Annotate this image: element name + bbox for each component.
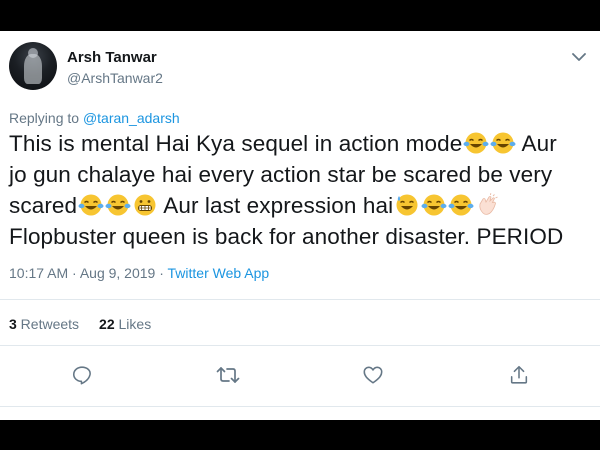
engagement-stats: 3 Retweets 22 Likes — [9, 316, 151, 332]
avatar-head — [28, 48, 38, 58]
replying-mention-link[interactable]: @taran_adarsh — [83, 110, 180, 126]
tweet-text-segment: Flopbuster queen is back for another dis… — [9, 224, 564, 249]
face-with-tears-of-joy-emoji — [78, 194, 104, 216]
retweets-label: Retweets — [16, 316, 80, 332]
author-name[interactable]: Arsh Tanwar — [67, 49, 157, 66]
likes-stat[interactable]: 22 Likes — [99, 316, 151, 332]
clapping-hands-emoji — [479, 193, 498, 215]
tweet-text-segment: scared — [9, 193, 78, 218]
face-with-tears-of-joy-emoji — [105, 194, 131, 216]
face-with-tears-of-joy-emoji — [421, 194, 447, 216]
timestamp[interactable]: 10:17 AM · Aug 9, 2019 · — [9, 265, 168, 281]
tweet-line-1: This is mental Hai Kya sequel in action … — [9, 128, 594, 159]
tweet-text-segment: This is mental Hai Kya sequel in action … — [9, 131, 463, 156]
tweet-metadata: 10:17 AM · Aug 9, 2019 · Twitter Web App — [9, 265, 269, 281]
tweet-line-2: jo gun chalaye hai every action star be … — [9, 159, 594, 190]
face-with-tears-of-joy-emoji — [448, 194, 474, 216]
retweets-count: 3 — [9, 316, 17, 332]
chevron-down-icon[interactable] — [569, 47, 589, 67]
grimacing-face-emoji — [134, 194, 156, 216]
reply-icon — [72, 366, 91, 385]
tweet-text-segment: Aur last expression hai — [158, 193, 394, 218]
avatar-figure — [24, 54, 42, 84]
likes-label: Likes — [114, 316, 152, 332]
screenshot-frame: Arsh Tanwar @ArshTanwar2 Replying to @ta… — [0, 31, 600, 420]
retweet-button[interactable] — [215, 363, 241, 387]
tweet-text-segment: Aur — [516, 131, 557, 156]
retweets-stat[interactable]: 3 Retweets — [9, 316, 79, 332]
author-handle[interactable]: @ArshTanwar2 — [67, 70, 163, 86]
action-bar — [0, 363, 600, 387]
face-with-tears-of-joy-emoji — [463, 132, 489, 154]
tweet-text: This is mental Hai Kya sequel in action … — [9, 128, 594, 252]
likes-count: 22 — [99, 316, 115, 332]
grinning-face-with-sweat-emoji — [396, 194, 418, 216]
source-link[interactable]: Twitter Web App — [168, 265, 270, 281]
divider — [0, 299, 600, 300]
tweet-card: Arsh Tanwar @ArshTanwar2 Replying to @ta… — [0, 31, 600, 420]
tweet-line-3: scared Aur last expression hai — [9, 190, 594, 221]
tweet-text-segment: jo gun chalaye hai every action star be … — [9, 162, 553, 187]
divider — [0, 345, 600, 346]
replying-to: Replying to @taran_adarsh — [9, 110, 180, 126]
like-button[interactable] — [360, 363, 386, 387]
reply-button[interactable] — [69, 363, 95, 387]
avatar[interactable] — [9, 42, 57, 90]
replying-prefix: Replying to — [9, 110, 83, 126]
share-icon — [510, 365, 528, 384]
heart-icon — [363, 366, 383, 384]
retweet-icon — [216, 367, 240, 383]
divider — [0, 406, 600, 407]
share-button[interactable] — [506, 363, 532, 387]
face-with-tears-of-joy-emoji — [490, 132, 516, 154]
tweet-line-4: Flopbuster queen is back for another dis… — [9, 221, 594, 252]
